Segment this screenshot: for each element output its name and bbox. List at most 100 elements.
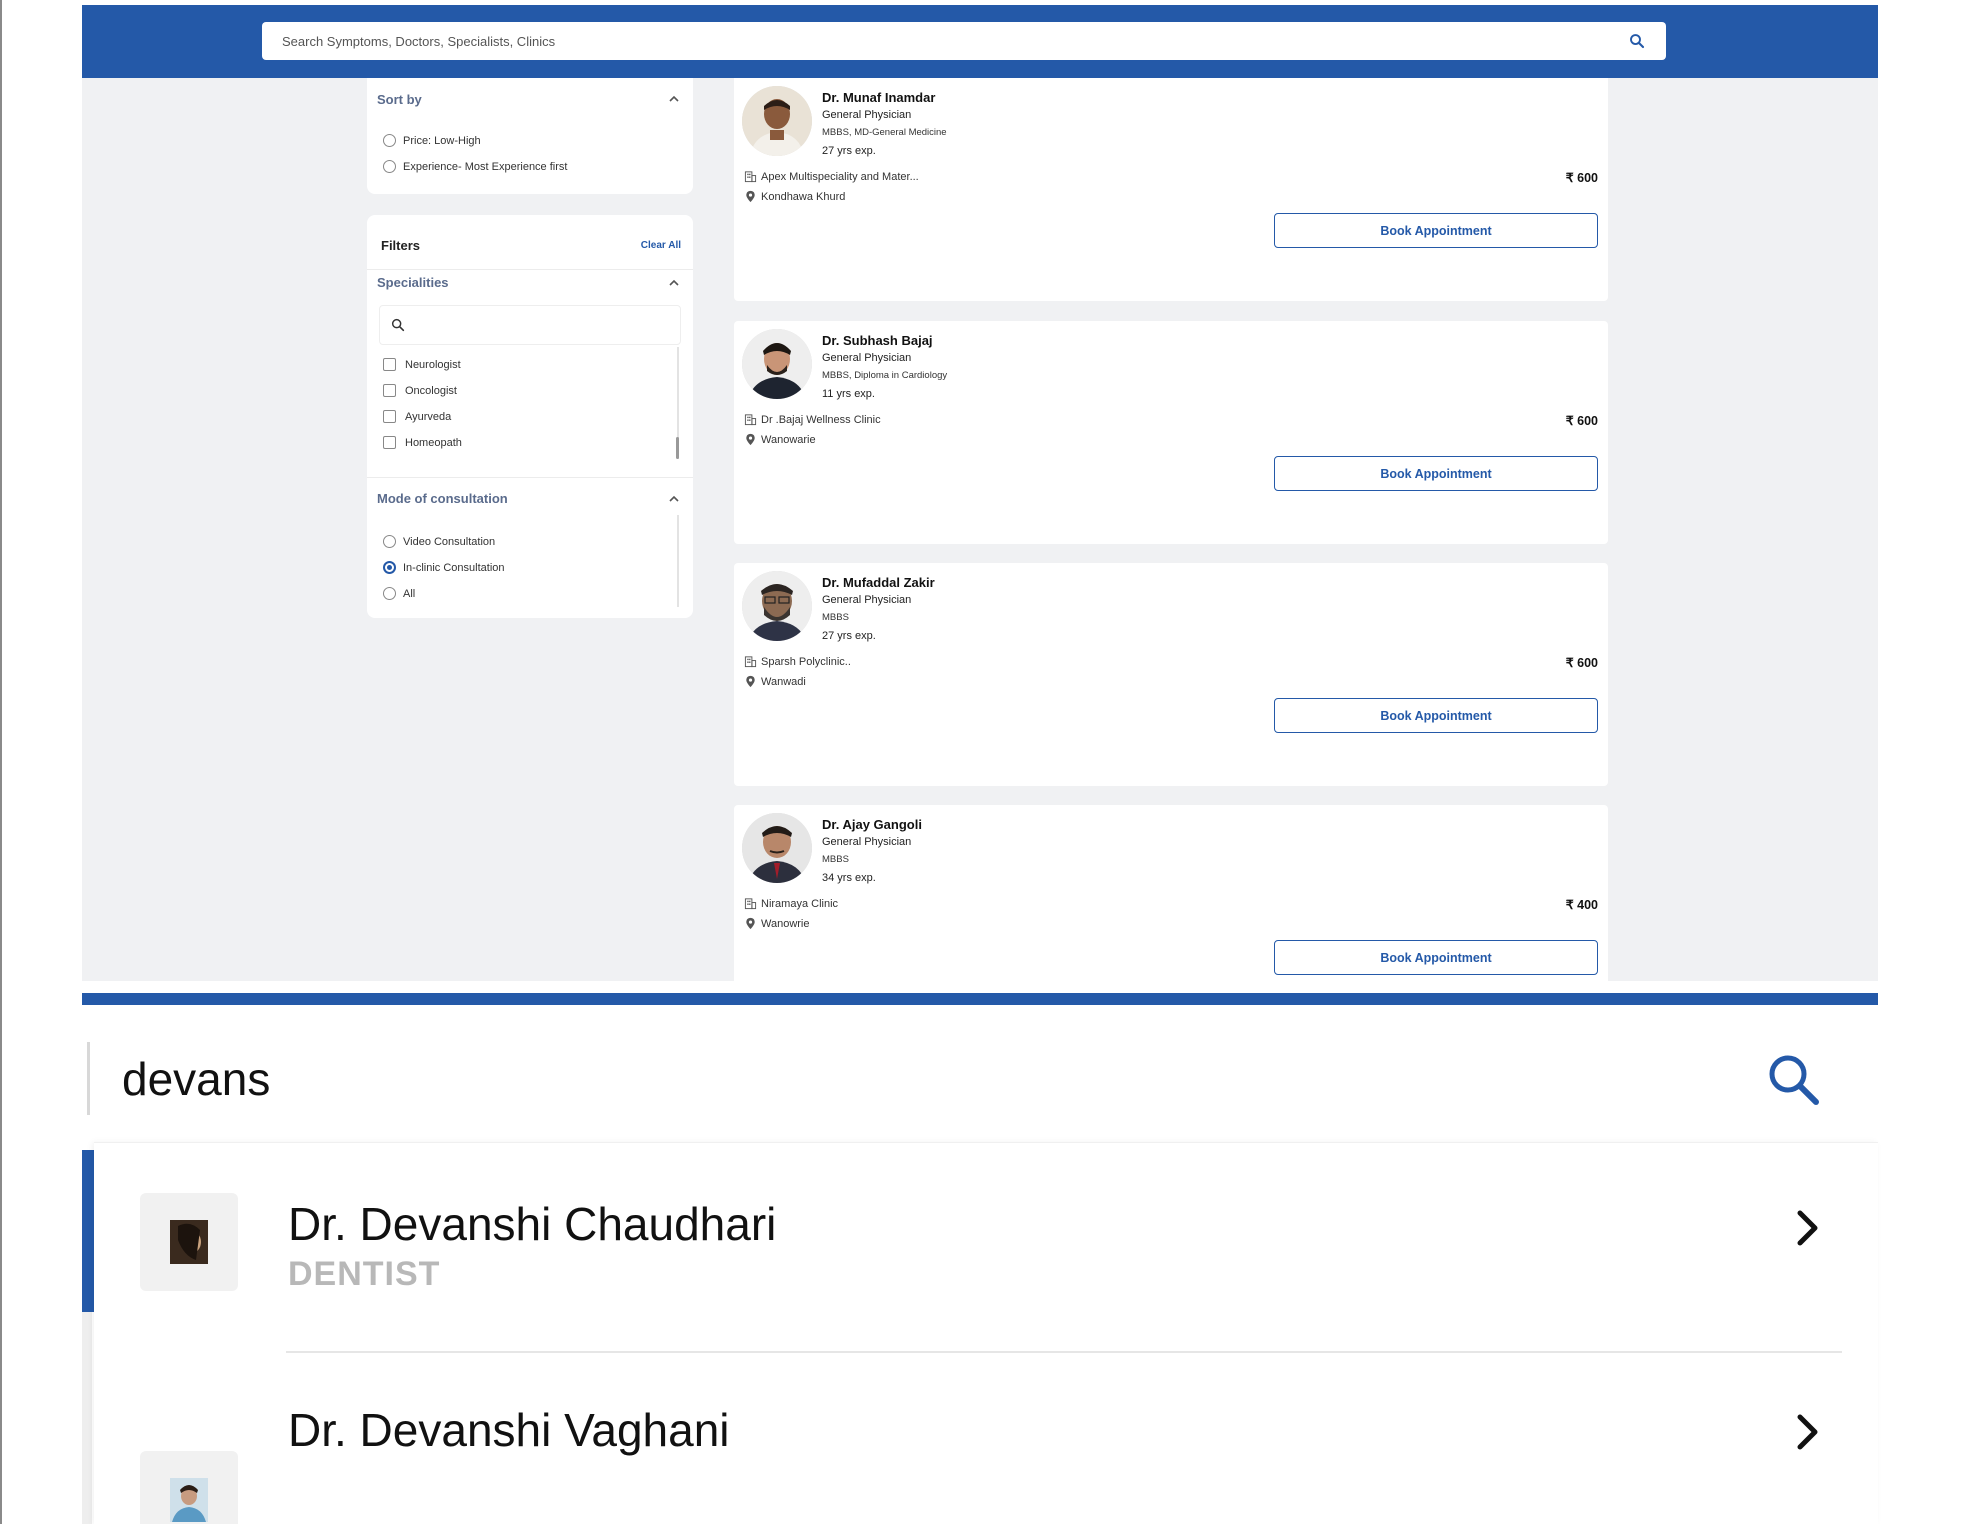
doctor-specialty: General Physician <box>822 352 912 364</box>
checkbox[interactable] <box>383 384 396 397</box>
chevron-up-icon[interactable] <box>667 276 681 290</box>
speciality-search-input[interactable] <box>379 305 681 345</box>
search-input[interactable]: Search Symptoms, Doctors, Specialists, C… <box>262 22 1666 60</box>
doctor-name[interactable]: Dr. Munaf Inamdar <box>822 90 935 105</box>
doctor-avatar <box>742 86 812 156</box>
doctor-experience: 27 yrs exp. <box>822 145 876 157</box>
filters-panel: Filters Clear All Specialities Neurologi… <box>367 215 693 618</box>
book-appointment-button[interactable]: Book Appointment <box>1274 698 1598 733</box>
radio-button-selected[interactable] <box>383 561 396 574</box>
checkbox[interactable] <box>383 358 396 371</box>
consultation-fee: ₹ 600 <box>1565 656 1598 670</box>
speciality-homeopath[interactable]: Homeopath <box>383 436 462 449</box>
doctor-card: Dr. Subhash Bajaj General Physician MBBS… <box>734 321 1608 544</box>
location-name: Wanowarie <box>761 433 816 446</box>
checkbox[interactable] <box>383 410 396 423</box>
doctor-name[interactable]: Dr. Ajay Gangoli <box>822 817 922 832</box>
sort-title: Sort by <box>377 92 422 107</box>
mode-video[interactable]: Video Consultation <box>383 535 495 548</box>
doctor-qualification: MBBS <box>822 854 849 865</box>
chevron-right-icon[interactable] <box>1792 1207 1822 1249</box>
radio-button[interactable] <box>383 160 396 173</box>
result-item[interactable]: Dr. Devanshi Chaudhari DENTIST <box>94 1143 1878 1353</box>
speciality-oncologist[interactable]: Oncologist <box>383 384 457 397</box>
result-item[interactable]: Dr. Devanshi Vaghani <box>94 1355 1878 1524</box>
screenshot-frame: Search Symptoms, Doctors, Specialists, C… <box>0 0 1980 1524</box>
mode-in-clinic[interactable]: In-clinic Consultation <box>383 561 505 574</box>
location-pin-icon <box>744 917 757 930</box>
building-icon <box>744 655 757 668</box>
location-name: Kondhawa Khurd <box>761 190 846 203</box>
location-pin-icon <box>744 190 757 203</box>
result-role: DENTIST <box>288 1255 441 1293</box>
speciality-label: Homeopath <box>405 436 462 449</box>
chevron-up-icon[interactable] <box>667 92 681 106</box>
radio-button[interactable] <box>383 535 396 548</box>
location-row: Wanowrie <box>744 917 810 930</box>
search-placeholder: Search Symptoms, Doctors, Specialists, C… <box>282 33 556 49</box>
divider <box>367 269 693 270</box>
clear-all-link[interactable]: Clear All <box>641 240 681 251</box>
location-name: Wanowrie <box>761 917 810 930</box>
divider <box>367 477 693 478</box>
search-icon[interactable] <box>1764 1050 1822 1108</box>
sort-option-experience[interactable]: Experience- Most Experience first <box>383 160 567 173</box>
clinic-row: Niramaya Clinic <box>744 897 838 910</box>
chevron-right-icon[interactable] <box>1792 1411 1822 1453</box>
clinic-row: Apex Multispeciality and Mater... <box>744 170 919 183</box>
sort-panel: Sort by Price: Low-High Experience- Most… <box>367 78 693 194</box>
clinic-row: Sparsh Polyclinic.. <box>744 655 851 668</box>
background-panel <box>82 1312 92 1524</box>
doctor-experience: 11 yrs exp. <box>822 388 875 400</box>
clinic-row: Dr .Bajaj Wellness Clinic <box>744 413 881 426</box>
building-icon <box>744 897 757 910</box>
doctor-qualification: MBBS, Diploma in Cardiology <box>822 370 948 381</box>
sort-option-price[interactable]: Price: Low-High <box>383 134 481 147</box>
clinic-name: Apex Multispeciality and Mater... <box>761 170 919 183</box>
speciality-neurologist[interactable]: Neurologist <box>383 358 461 371</box>
radio-button[interactable] <box>383 134 396 147</box>
autocomplete-search-input[interactable]: devans <box>87 1042 1867 1115</box>
search-icon[interactable] <box>1628 32 1646 50</box>
location-name: Wanwadi <box>761 675 806 688</box>
chevron-up-icon[interactable] <box>667 492 681 506</box>
speciality-label: Oncologist <box>405 384 457 397</box>
doctor-name[interactable]: Dr. Subhash Bajaj <box>822 333 933 348</box>
search-icon <box>390 317 406 333</box>
doctor-avatar <box>742 329 812 399</box>
location-row: Kondhawa Khurd <box>744 190 845 203</box>
consultation-fee: ₹ 600 <box>1565 414 1598 428</box>
location-pin-icon <box>744 675 757 688</box>
doctor-name[interactable]: Dr. Mufaddal Zakir <box>822 575 935 590</box>
clinic-name: Niramaya Clinic <box>761 897 839 910</box>
radio-button[interactable] <box>383 587 396 600</box>
location-row: Wanwadi <box>744 675 806 688</box>
doctor-listing-screen: Search Symptoms, Doctors, Specialists, C… <box>82 5 1878 981</box>
doctor-card: Dr. Munaf Inamdar General Physician MBBS… <box>734 78 1608 301</box>
doctor-specialty: General Physician <box>822 836 912 848</box>
doctor-avatar <box>742 813 812 883</box>
book-appointment-button[interactable]: Book Appointment <box>1274 213 1598 248</box>
doctor-experience: 27 yrs exp. <box>822 630 876 642</box>
doctor-experience: 34 yrs exp. <box>822 872 876 884</box>
doctor-specialty: General Physician <box>822 109 912 121</box>
book-appointment-button[interactable]: Book Appointment <box>1274 456 1598 491</box>
filters-title: Filters <box>381 238 421 253</box>
consultation-fee: ₹ 600 <box>1565 171 1598 185</box>
mode-label: All <box>403 587 416 600</box>
checkbox[interactable] <box>383 436 396 449</box>
mode-all[interactable]: All <box>383 587 415 600</box>
result-name: Dr. Devanshi Vaghani <box>288 1404 730 1456</box>
scrollbar-thumb[interactable] <box>676 437 679 459</box>
speciality-label: Ayurveda <box>405 410 452 423</box>
sort-option-label: Experience- Most Experience first <box>403 160 568 173</box>
specialities-title: Specialities <box>377 275 449 290</box>
search-query[interactable]: devans <box>122 1052 270 1106</box>
book-appointment-button[interactable]: Book Appointment <box>1274 940 1598 975</box>
building-icon <box>744 170 757 183</box>
speciality-ayurveda[interactable]: Ayurveda <box>383 410 451 423</box>
background-header-strip <box>82 1150 94 1312</box>
bottom-header-bar <box>82 993 1878 1005</box>
sort-option-label: Price: Low-High <box>403 134 481 147</box>
scrollbar-track[interactable] <box>677 515 679 607</box>
